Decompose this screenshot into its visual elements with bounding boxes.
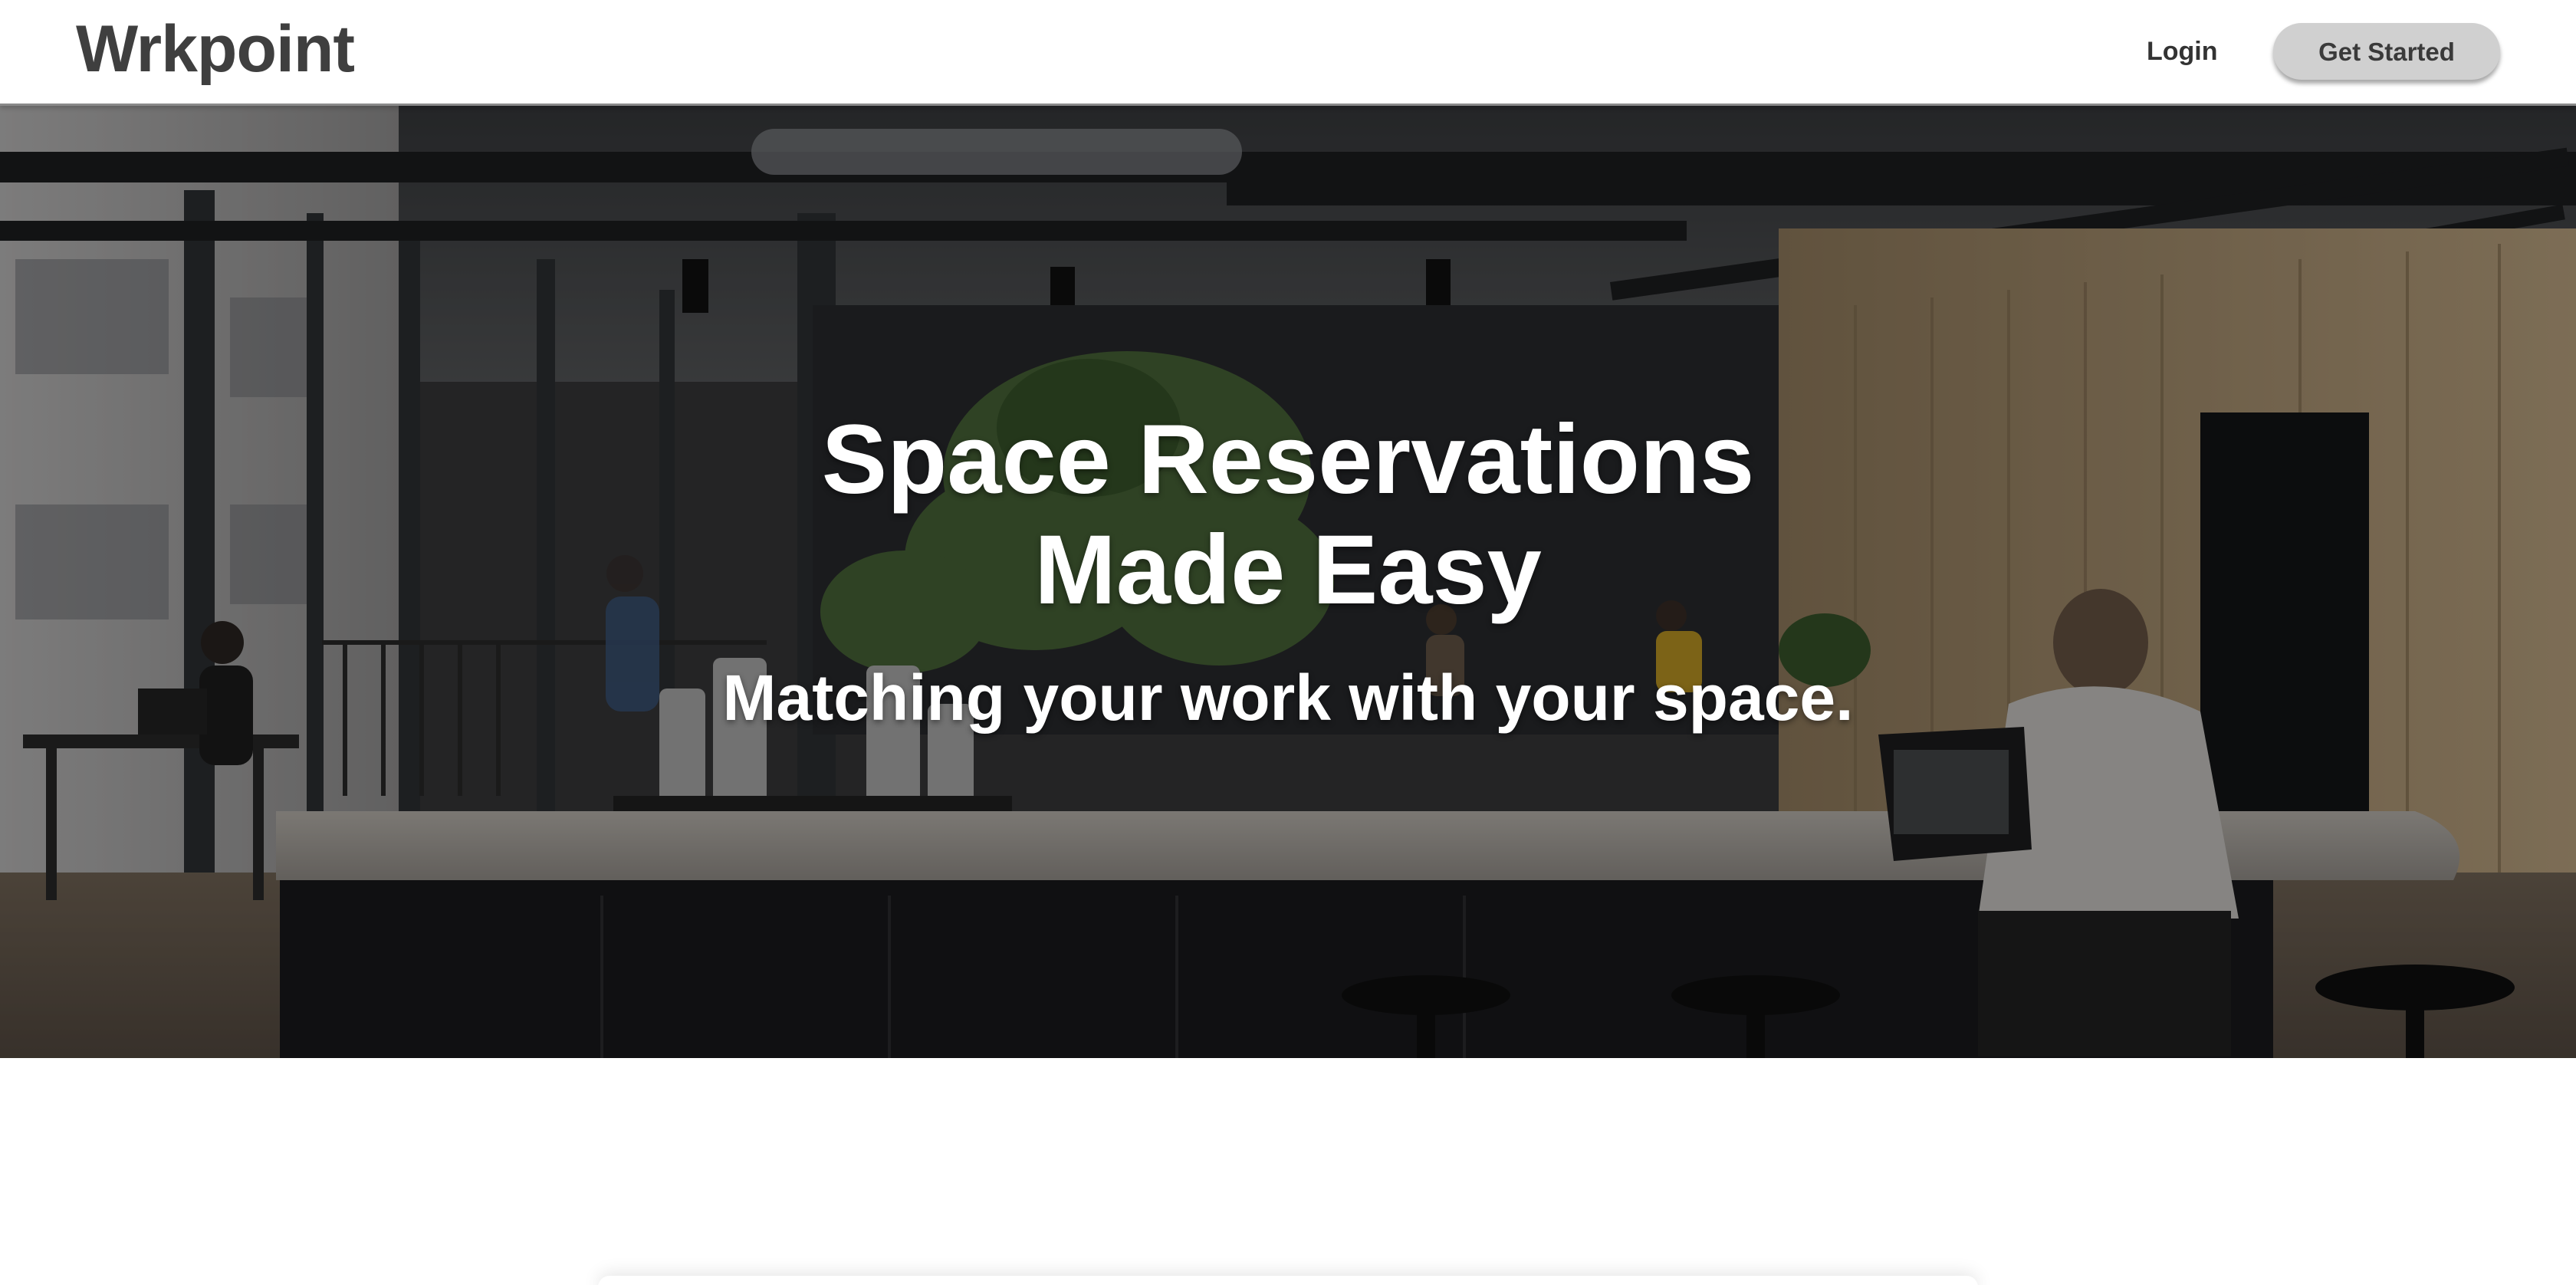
content-card-edge [598,1276,1978,1285]
hero-title: Space Reservations Made Easy [521,405,2055,626]
hero-title-line-2: Made Easy [1034,515,1542,625]
brand-logo[interactable]: Wrkpoint [76,11,355,87]
site-header: Wrkpoint Login Get Started [0,0,2576,106]
login-link[interactable]: Login [2147,32,2218,71]
hero-subtitle: Matching your work with your space. [722,662,1854,734]
get-started-button[interactable]: Get Started [2273,23,2500,80]
landing-page: Wrkpoint Login Get Started Space Reserva… [0,0,2576,1285]
hero-title-line-1: Space Reservations [821,405,1755,514]
hero-section: Space Reservations Made Easy Matching yo… [0,106,2576,1058]
